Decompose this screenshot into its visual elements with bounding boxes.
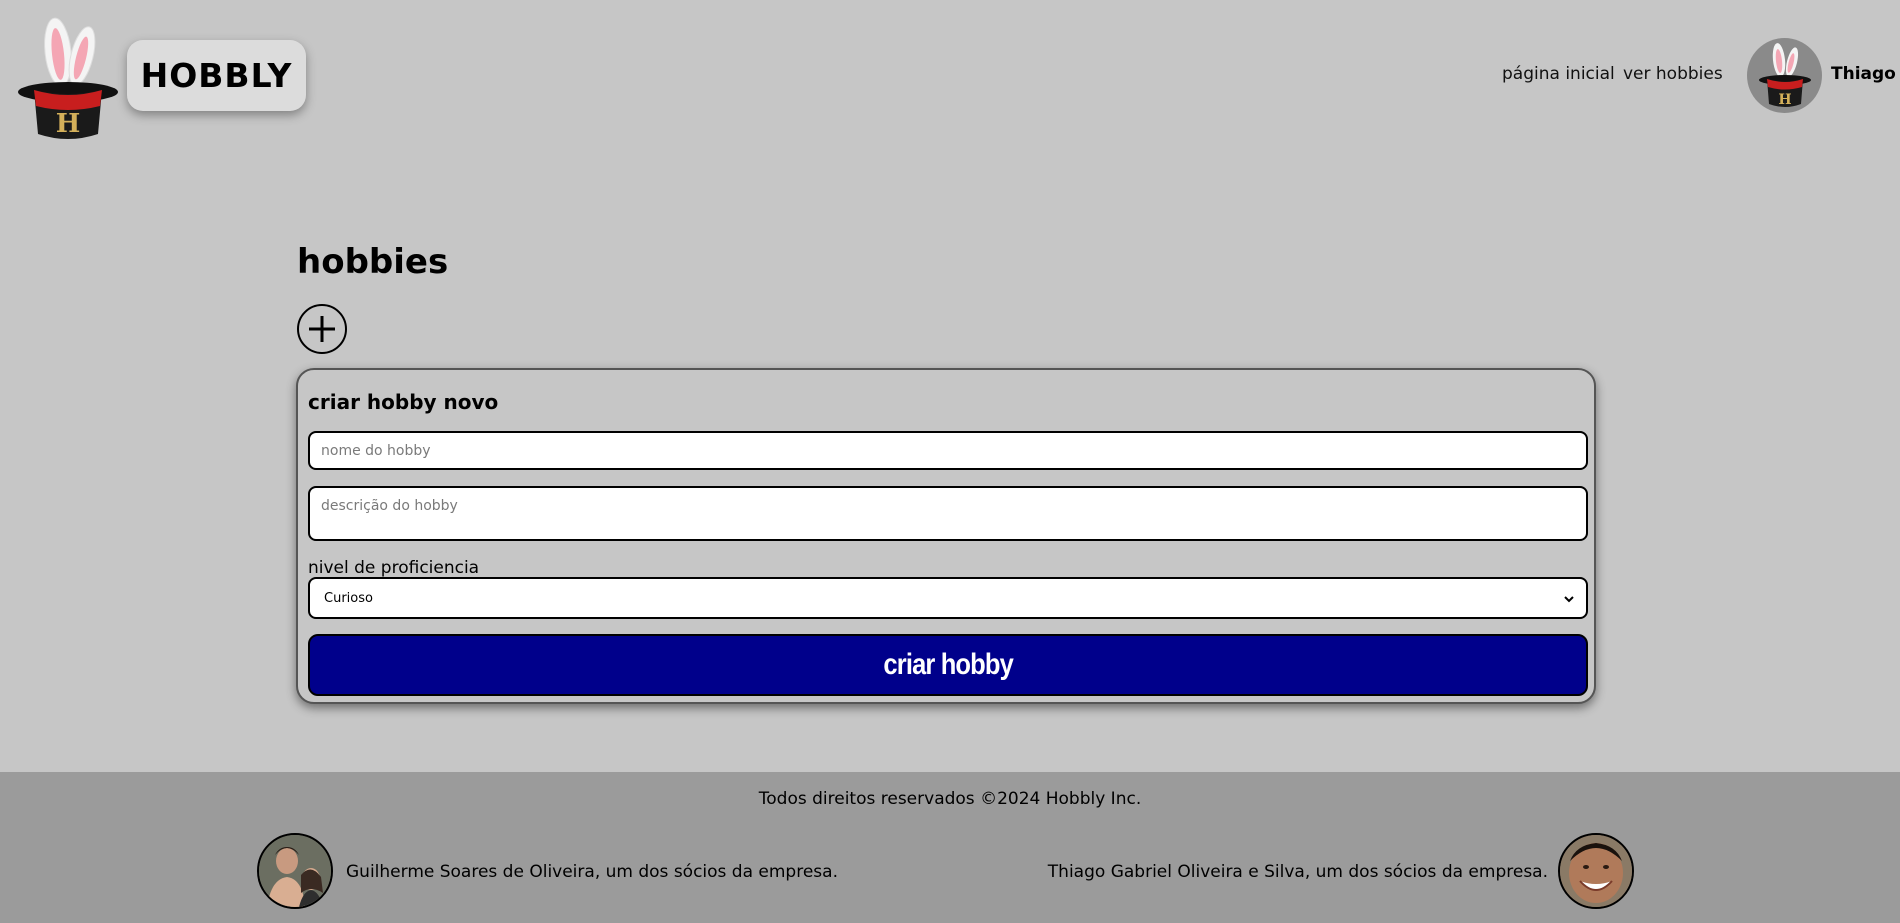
svg-text:H: H: [56, 109, 81, 139]
add-hobby-button[interactable]: [297, 304, 347, 354]
svg-text:H: H: [1778, 92, 1791, 108]
partner-avatar-guilherme: [257, 833, 333, 909]
site-footer: Todos direitos reservados ©2024 Hobbly I…: [0, 772, 1900, 923]
user-name[interactable]: Thiago: [1831, 64, 1896, 84]
nav-hobbies-link[interactable]: ver hobbies: [1623, 64, 1723, 84]
hobby-name-input[interactable]: [308, 431, 1588, 470]
magic-hat-bunny-icon[interactable]: H: [16, 12, 120, 140]
nav-home-link[interactable]: página inicial: [1502, 64, 1615, 84]
site-header: H HOBBLY página inicial ver hobbies H Th…: [0, 0, 1900, 150]
create-hobby-button-label: criar hobby: [883, 648, 1013, 681]
brand-logo[interactable]: HOBBLY: [127, 40, 306, 111]
hobby-description-input[interactable]: [308, 486, 1588, 541]
partner-avatar-thiago: [1558, 833, 1634, 909]
create-hobby-button[interactable]: criar hobby: [308, 634, 1588, 696]
plus-icon: [309, 316, 335, 342]
proficiency-label: nivel de proficiencia: [308, 558, 480, 578]
form-title: criar hobby novo: [308, 390, 499, 414]
create-hobby-form: criar hobby novo nivel de proficiencia C…: [296, 368, 1596, 704]
chevron-down-icon: [1564, 596, 1574, 603]
partner-caption-right: Thiago Gabriel Oliveira e Silva, um dos …: [1047, 862, 1548, 882]
copyright-text: Todos direitos reservados ©2024 Hobbly I…: [758, 789, 1142, 809]
user-avatar[interactable]: H: [1747, 38, 1822, 113]
proficiency-selected-value: Curioso: [324, 590, 373, 606]
page-title: hobbies: [297, 242, 449, 282]
brand-name: HOBBLY: [140, 56, 293, 95]
partner-caption-left: Guilherme Soares de Oliveira, um dos sóc…: [346, 862, 838, 882]
proficiency-select[interactable]: Curioso: [308, 577, 1588, 619]
